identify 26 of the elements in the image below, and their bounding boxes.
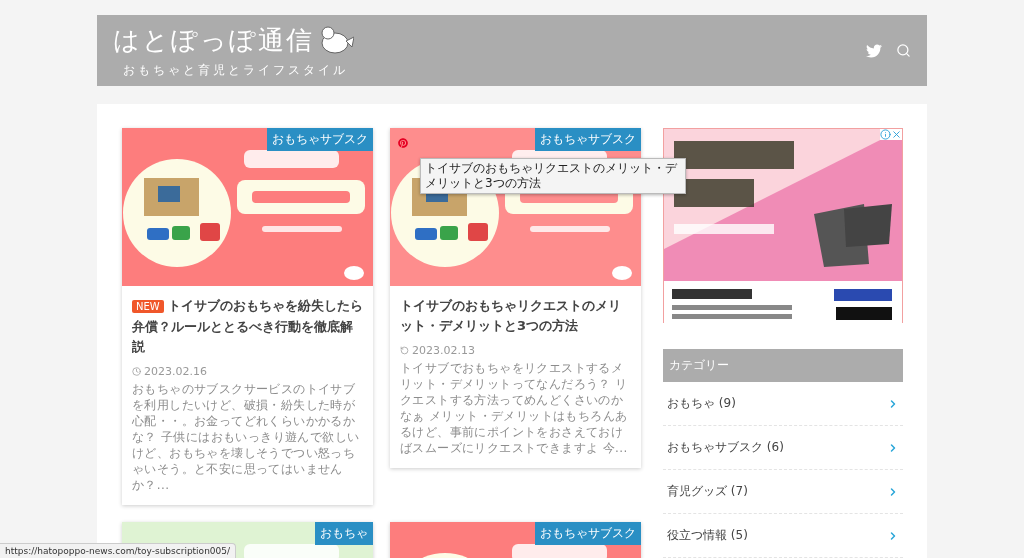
category-link[interactable]: 役立つ情報 (5) xyxy=(663,514,903,558)
category-link[interactable]: 育児グッズ (7) xyxy=(663,470,903,514)
search-icon[interactable] xyxy=(896,43,911,58)
tooltip: トイサブのおもちゃリクエストのメリット・デメリットと3つの方法 xyxy=(420,158,686,194)
category-label[interactable]: おもちゃサブスク xyxy=(267,128,373,151)
bird-icon xyxy=(320,25,354,55)
post-card[interactable]: おもちゃサブスク NEW トイサブのおもちゃを紛失したら弁償？ルールととるべき行動を徹底解説 2023.02.16 おもちゃのサブスクサービスのトイサブを利用したいけど、破損・紛失した時が心配・・。お金ってどれくらいかかるかな？ 子供にはおもいっきり遊んで欲しいけど、おもちゃを壊しそうでつい怒っちゃいそう。と不安に思ってはいませんか？... xyxy=(122,128,373,505)
category-label[interactable]: おもちゃサブスク xyxy=(535,128,641,151)
close-icon[interactable] xyxy=(891,129,902,140)
site-tagline: おもちゃと育児とライフスタイル xyxy=(122,61,349,79)
category-link[interactable]: おもちゃ (9) xyxy=(663,382,903,426)
twitter-icon[interactable] xyxy=(866,42,882,59)
post-card[interactable]: おもちゃサブスク xyxy=(390,522,641,558)
post-date: 2023.02.16 xyxy=(144,365,207,378)
post-excerpt: おもちゃのサブスクサービスのトイサブを利用したいけど、破損・紛失した時が心配・・。お金ってどれくらいかかるかな？ 子供にはおもいっきり遊んで欲しいけど、おもちゃを壊しそうでつい怒っちゃいそう。と不安に思ってはいませんか？... xyxy=(132,381,361,493)
widget-title: カテゴリー xyxy=(663,349,903,382)
post-excerpt: トイサブでおもちゃをリクエストするメリット・デメリットってなんだろう？ リクエストする方法ってめんどくさいのかなぁ メリット・デメリットはもちろんあるけど、事前にポイントをおさえておけばスムーズにリクエストできますよ 今... xyxy=(400,360,629,456)
category-label[interactable]: おもちゃ xyxy=(315,522,373,545)
category-link[interactable]: おもちゃサブスク (6) xyxy=(663,426,903,470)
post-title[interactable]: NEW トイサブのおもちゃを紛失したら弁償？ルールととるべき行動を徹底解説 xyxy=(132,296,363,357)
post-date: 2023.02.13 xyxy=(412,344,475,357)
info-icon[interactable] xyxy=(880,129,891,140)
post-title[interactable]: トイサブのおもちゃリクエストのメリット・デメリットと3つの方法 xyxy=(400,296,631,336)
url-tooltip: https://hatopoppo-news.com/toy-subscription005/ xyxy=(0,543,237,558)
pinterest-icon[interactable] xyxy=(398,138,408,148)
category-label[interactable]: おもちゃサブスク xyxy=(535,522,641,545)
